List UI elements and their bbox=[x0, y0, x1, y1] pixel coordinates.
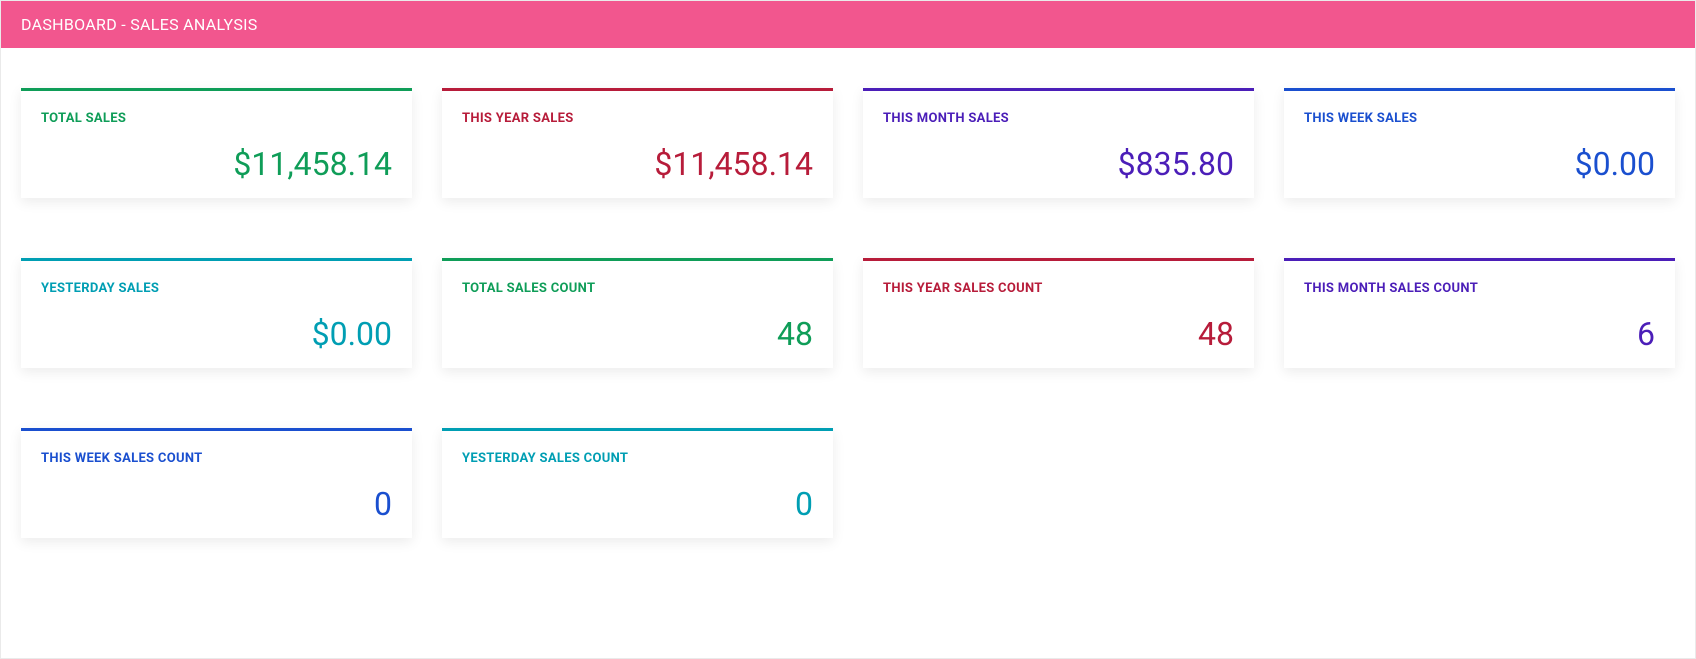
card-value-total-sales-count: 48 bbox=[462, 318, 813, 350]
dashboard-container: DASHBOARD - SALES ANALYSIS TOTAL SALES $… bbox=[0, 0, 1696, 659]
card-label-total-sales-count: TOTAL SALES COUNT bbox=[462, 281, 813, 296]
card-this-month-sales: THIS MONTH SALES $835.80 bbox=[863, 88, 1254, 198]
card-label-yesterday-sales-count: YESTERDAY SALES COUNT bbox=[462, 451, 813, 466]
card-label-total-sales: TOTAL SALES bbox=[41, 111, 392, 126]
cards-grid: TOTAL SALES $11,458.14 THIS YEAR SALES $… bbox=[1, 48, 1695, 658]
card-this-year-sales-count: THIS YEAR SALES COUNT 48 bbox=[863, 258, 1254, 368]
card-label-this-year-sales-count: THIS YEAR SALES COUNT bbox=[883, 281, 1234, 296]
card-value-yesterday-sales: $0.00 bbox=[41, 318, 392, 350]
card-value-this-month-sales: $835.80 bbox=[883, 148, 1234, 180]
card-label-this-week-sales: THIS WEEK SALES bbox=[1304, 111, 1655, 126]
card-value-this-week-sales: $0.00 bbox=[1304, 148, 1655, 180]
card-label-yesterday-sales: YESTERDAY SALES bbox=[41, 281, 392, 296]
card-label-this-year-sales: THIS YEAR SALES bbox=[462, 111, 813, 126]
card-value-this-month-sales-count: 6 bbox=[1304, 318, 1655, 350]
page-title: DASHBOARD - SALES ANALYSIS bbox=[21, 15, 258, 34]
card-value-this-year-sales: $11,458.14 bbox=[462, 148, 813, 180]
card-this-month-sales-count: THIS MONTH SALES COUNT 6 bbox=[1284, 258, 1675, 368]
card-label-this-month-sales: THIS MONTH SALES bbox=[883, 111, 1234, 126]
card-value-this-year-sales-count: 48 bbox=[883, 318, 1234, 350]
card-this-year-sales: THIS YEAR SALES $11,458.14 bbox=[442, 88, 833, 198]
card-this-week-sales-count: THIS WEEK SALES COUNT 0 bbox=[21, 428, 412, 538]
card-label-this-month-sales-count: THIS MONTH SALES COUNT bbox=[1304, 281, 1655, 296]
card-yesterday-sales: YESTERDAY SALES $0.00 bbox=[21, 258, 412, 368]
card-label-this-week-sales-count: THIS WEEK SALES COUNT bbox=[41, 451, 392, 466]
card-this-week-sales: THIS WEEK SALES $0.00 bbox=[1284, 88, 1675, 198]
dashboard-header: DASHBOARD - SALES ANALYSIS bbox=[1, 1, 1695, 48]
card-value-this-week-sales-count: 0 bbox=[41, 488, 392, 520]
card-total-sales: TOTAL SALES $11,458.14 bbox=[21, 88, 412, 198]
card-yesterday-sales-count: YESTERDAY SALES COUNT 0 bbox=[442, 428, 833, 538]
card-value-total-sales: $11,458.14 bbox=[41, 148, 392, 180]
card-value-yesterday-sales-count: 0 bbox=[462, 488, 813, 520]
card-total-sales-count: TOTAL SALES COUNT 48 bbox=[442, 258, 833, 368]
